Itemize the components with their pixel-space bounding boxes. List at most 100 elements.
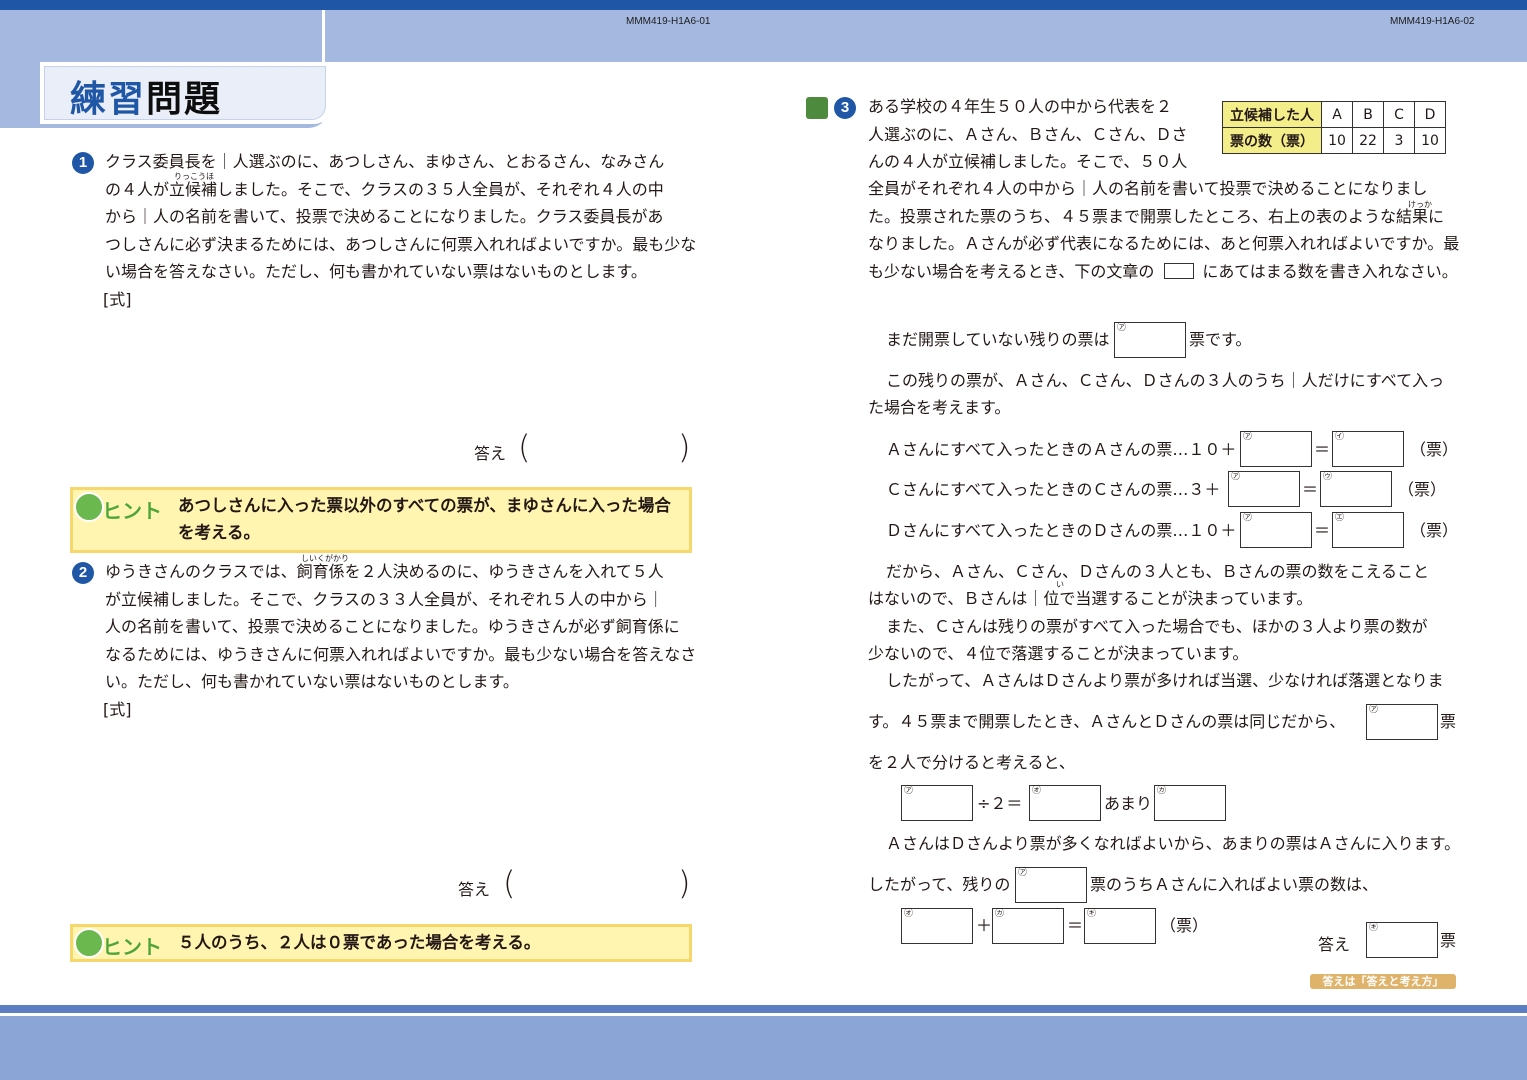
text-line: また、Ｃさんは残りの票がすべて入った場合でも、ほかの３人より票の数が: [886, 617, 1428, 636]
case-a-text: Ａさんにすべて入ったときのＡさんの票…１０＋: [886, 440, 1237, 459]
answer-box-a[interactable]: ㋐: [1114, 322, 1186, 358]
question-2-text: ゆうきさんのクラスでは、飼育係を２人決めるのに、ゆうきさんを入れて５人 が立候補…: [105, 558, 696, 696]
equals: ＝: [1067, 916, 1084, 935]
answer-box-ki[interactable]: ㋖: [1366, 922, 1438, 958]
unit-votes: （票）: [1398, 480, 1447, 499]
mark-a: ㋐: [1369, 705, 1379, 715]
hint-badge-2: ヒント: [102, 935, 162, 959]
text-line: い場合を答えなさい。ただし、何も書かれていない票はないものとします。: [105, 262, 647, 281]
answer-label-3: 答え: [1318, 935, 1351, 954]
answer-paren-open-2: (: [503, 864, 516, 902]
text-line: なるためには、ゆうきさんに何票入れればよいですか。最も少ない場合を答えなさ: [105, 644, 697, 664]
mark-ki: ㋖: [1087, 909, 1097, 919]
hint-1-text: あつしさんに入った票以外のすべての票が、まゆさんに入った場合 を考える。: [178, 492, 671, 546]
mark-ki: ㋖: [1369, 923, 1379, 933]
answer-box-a[interactable]: ㋐: [1366, 704, 1438, 740]
equals: ＝: [1314, 440, 1331, 459]
text-line: い。ただし、何も書かれていない票はないものとします。: [105, 672, 519, 691]
footer-band: [0, 1016, 1527, 1080]
text-line: す。４５票まで開票したとき、ＡさんとＤさんの票は同じだから、: [868, 712, 1346, 731]
answer-box-ka[interactable]: ㋕: [992, 908, 1064, 944]
answer-box-a[interactable]: ㋐: [1228, 471, 1300, 507]
case-d-text: Ｄさんにすべて入ったときのＤさんの票…１０＋: [886, 521, 1237, 540]
answer-paren-open-1: (: [518, 428, 531, 466]
page-title: 練習問題: [70, 79, 223, 120]
sentence-remaining: まだ開票していない残りの票は: [886, 330, 1110, 349]
text-line: なりました。Ａさんが必ず代表になるためには、あと何票入れればよいですか。最: [868, 234, 1460, 253]
mark-u: ㋒: [1323, 472, 1333, 482]
mark-a: ㋐: [1243, 432, 1253, 442]
mark-e: ㋓: [1335, 513, 1345, 523]
table-header-row: 立候補した人 A B C D: [1222, 101, 1446, 128]
equals: ＝: [1302, 480, 1319, 499]
vote-table: 立候補した人 A B C D 票の数（票） 10 22 3 10: [1222, 101, 1446, 154]
mark-a: ㋐: [1117, 323, 1127, 333]
table-cell: 22: [1352, 127, 1384, 154]
text-line: た場合を考えます。: [868, 398, 1011, 417]
text-line: た。投票された票のうち、４５票まで開票したところ、右上の表のような結果に: [868, 206, 1445, 226]
answer-box-o[interactable]: ㋔: [901, 908, 973, 944]
division-sign: ÷２＝: [977, 794, 1023, 813]
mark-a: ㋐: [904, 786, 914, 796]
answer-box-a[interactable]: ㋐: [901, 785, 973, 821]
hint-hand-icon: [74, 492, 104, 522]
bottom-border: [0, 1005, 1527, 1013]
text-line: つしさんに必ず決まるためには、あつしさんに何票入れればよいですか。最も少な: [105, 234, 697, 254]
table-header-cell: D: [1414, 101, 1446, 128]
question-number-1: 1: [72, 152, 94, 174]
hint-line: あつしさんに入った票以外のすべての票が、まゆさんに入った場合: [178, 496, 671, 515]
table-cell: 票の数（票）: [1222, 127, 1322, 154]
text-line: ゆうきさんのクラスでは、飼育係を２人決めるのに、ゆうきさんを入れて５人: [105, 562, 664, 581]
question-number-2: 2: [72, 562, 94, 584]
answer-box-ki[interactable]: ㋖: [1084, 908, 1156, 944]
case-c-text: Ｃさんにすべて入ったときのＣさんの票…３＋: [886, 480, 1221, 499]
table-header-cell: B: [1352, 101, 1384, 128]
answer-label-2: 答え: [458, 880, 491, 899]
table-header-cell: A: [1321, 101, 1353, 128]
text-line: から｜人の名前を書いて、投票で決めることになりました。クラス委員長があ: [105, 207, 664, 226]
answer-unit: 票: [1440, 931, 1457, 950]
inline-blank-box: [1164, 263, 1194, 279]
page-code-left: MMM419-H1A6-01: [626, 16, 711, 27]
text-line: の４人が立候補しました。そこで、クラスの３５人全員が、それぞれ４人の中: [105, 179, 664, 199]
answer-key-badge: 答えは「答えと考え方」: [1310, 974, 1456, 989]
mark-a: ㋐: [1231, 472, 1241, 482]
text-line: が立候補しました。そこで、クラスの３３人全員が、それぞれ５人の中から｜: [105, 589, 664, 609]
table-row: 票の数（票） 10 22 3 10: [1222, 127, 1446, 154]
formula-label-1: [式]: [103, 290, 132, 309]
text-line: 少ないので、４位で落選することが決まっています。: [868, 644, 1249, 663]
mark-ka: ㋕: [995, 909, 1005, 919]
text-line: んの４人が立候補しました。そこで、５０人: [868, 152, 1188, 171]
answer-paren-close-1: ): [678, 428, 691, 466]
mark-a: ㋐: [1018, 868, 1028, 878]
text-line: したがって、残りの: [868, 875, 1011, 894]
challenge-icon: [806, 97, 828, 119]
answer-label-1: 答え: [474, 444, 507, 463]
mark-ka: ㋕: [1157, 786, 1167, 796]
answer-box-e[interactable]: ㋓: [1332, 512, 1404, 548]
answer-box-i[interactable]: ㋑: [1332, 431, 1404, 467]
hint-badge-1: ヒント: [102, 499, 162, 523]
plus-sign: ＋: [976, 916, 993, 935]
mark-i: ㋑: [1335, 432, 1345, 442]
formula-label-2: [式]: [103, 700, 132, 719]
answer-box-u[interactable]: ㋒: [1320, 471, 1392, 507]
remainder-label: あまり: [1104, 794, 1153, 813]
equals: ＝: [1314, 521, 1331, 540]
hint-line: ５人のうち、２人は０票であった場合を考える。: [178, 933, 541, 952]
answer-box-a[interactable]: ㋐: [1240, 512, 1312, 548]
answer-box-a[interactable]: ㋐: [1015, 867, 1087, 903]
page-code-right: MMM419-H1A6-02: [1390, 16, 1475, 27]
question-3-intro: ある学校の４年生５０人の中から代表を２ 人選ぶのに、Ａさん、Ｂさん、Ｃさん、Ｄさ…: [868, 93, 1188, 176]
unit-vote: 票: [1440, 712, 1457, 731]
mark-a: ㋐: [1243, 513, 1253, 523]
table-header-cell: C: [1383, 101, 1415, 128]
text-line: ＡさんはＤさんより票が多くなればよいから、あまりの票はＡさんに入ります。: [886, 834, 1461, 853]
top-border: [0, 0, 1527, 10]
answer-box-ka[interactable]: ㋕: [1154, 785, 1226, 821]
text-line: 全員がそれぞれ４人の中から｜人の名前を書いて投票で決めることになりまし: [868, 179, 1428, 198]
answer-box-a[interactable]: ㋐: [1240, 431, 1312, 467]
hint-line: を考える。: [178, 523, 261, 542]
text-line: この残りの票が、Ａさん、Ｃさん、Ｄさんの３人のうち｜人だけにすべて入っ: [886, 371, 1445, 390]
answer-box-o[interactable]: ㋔: [1029, 785, 1101, 821]
